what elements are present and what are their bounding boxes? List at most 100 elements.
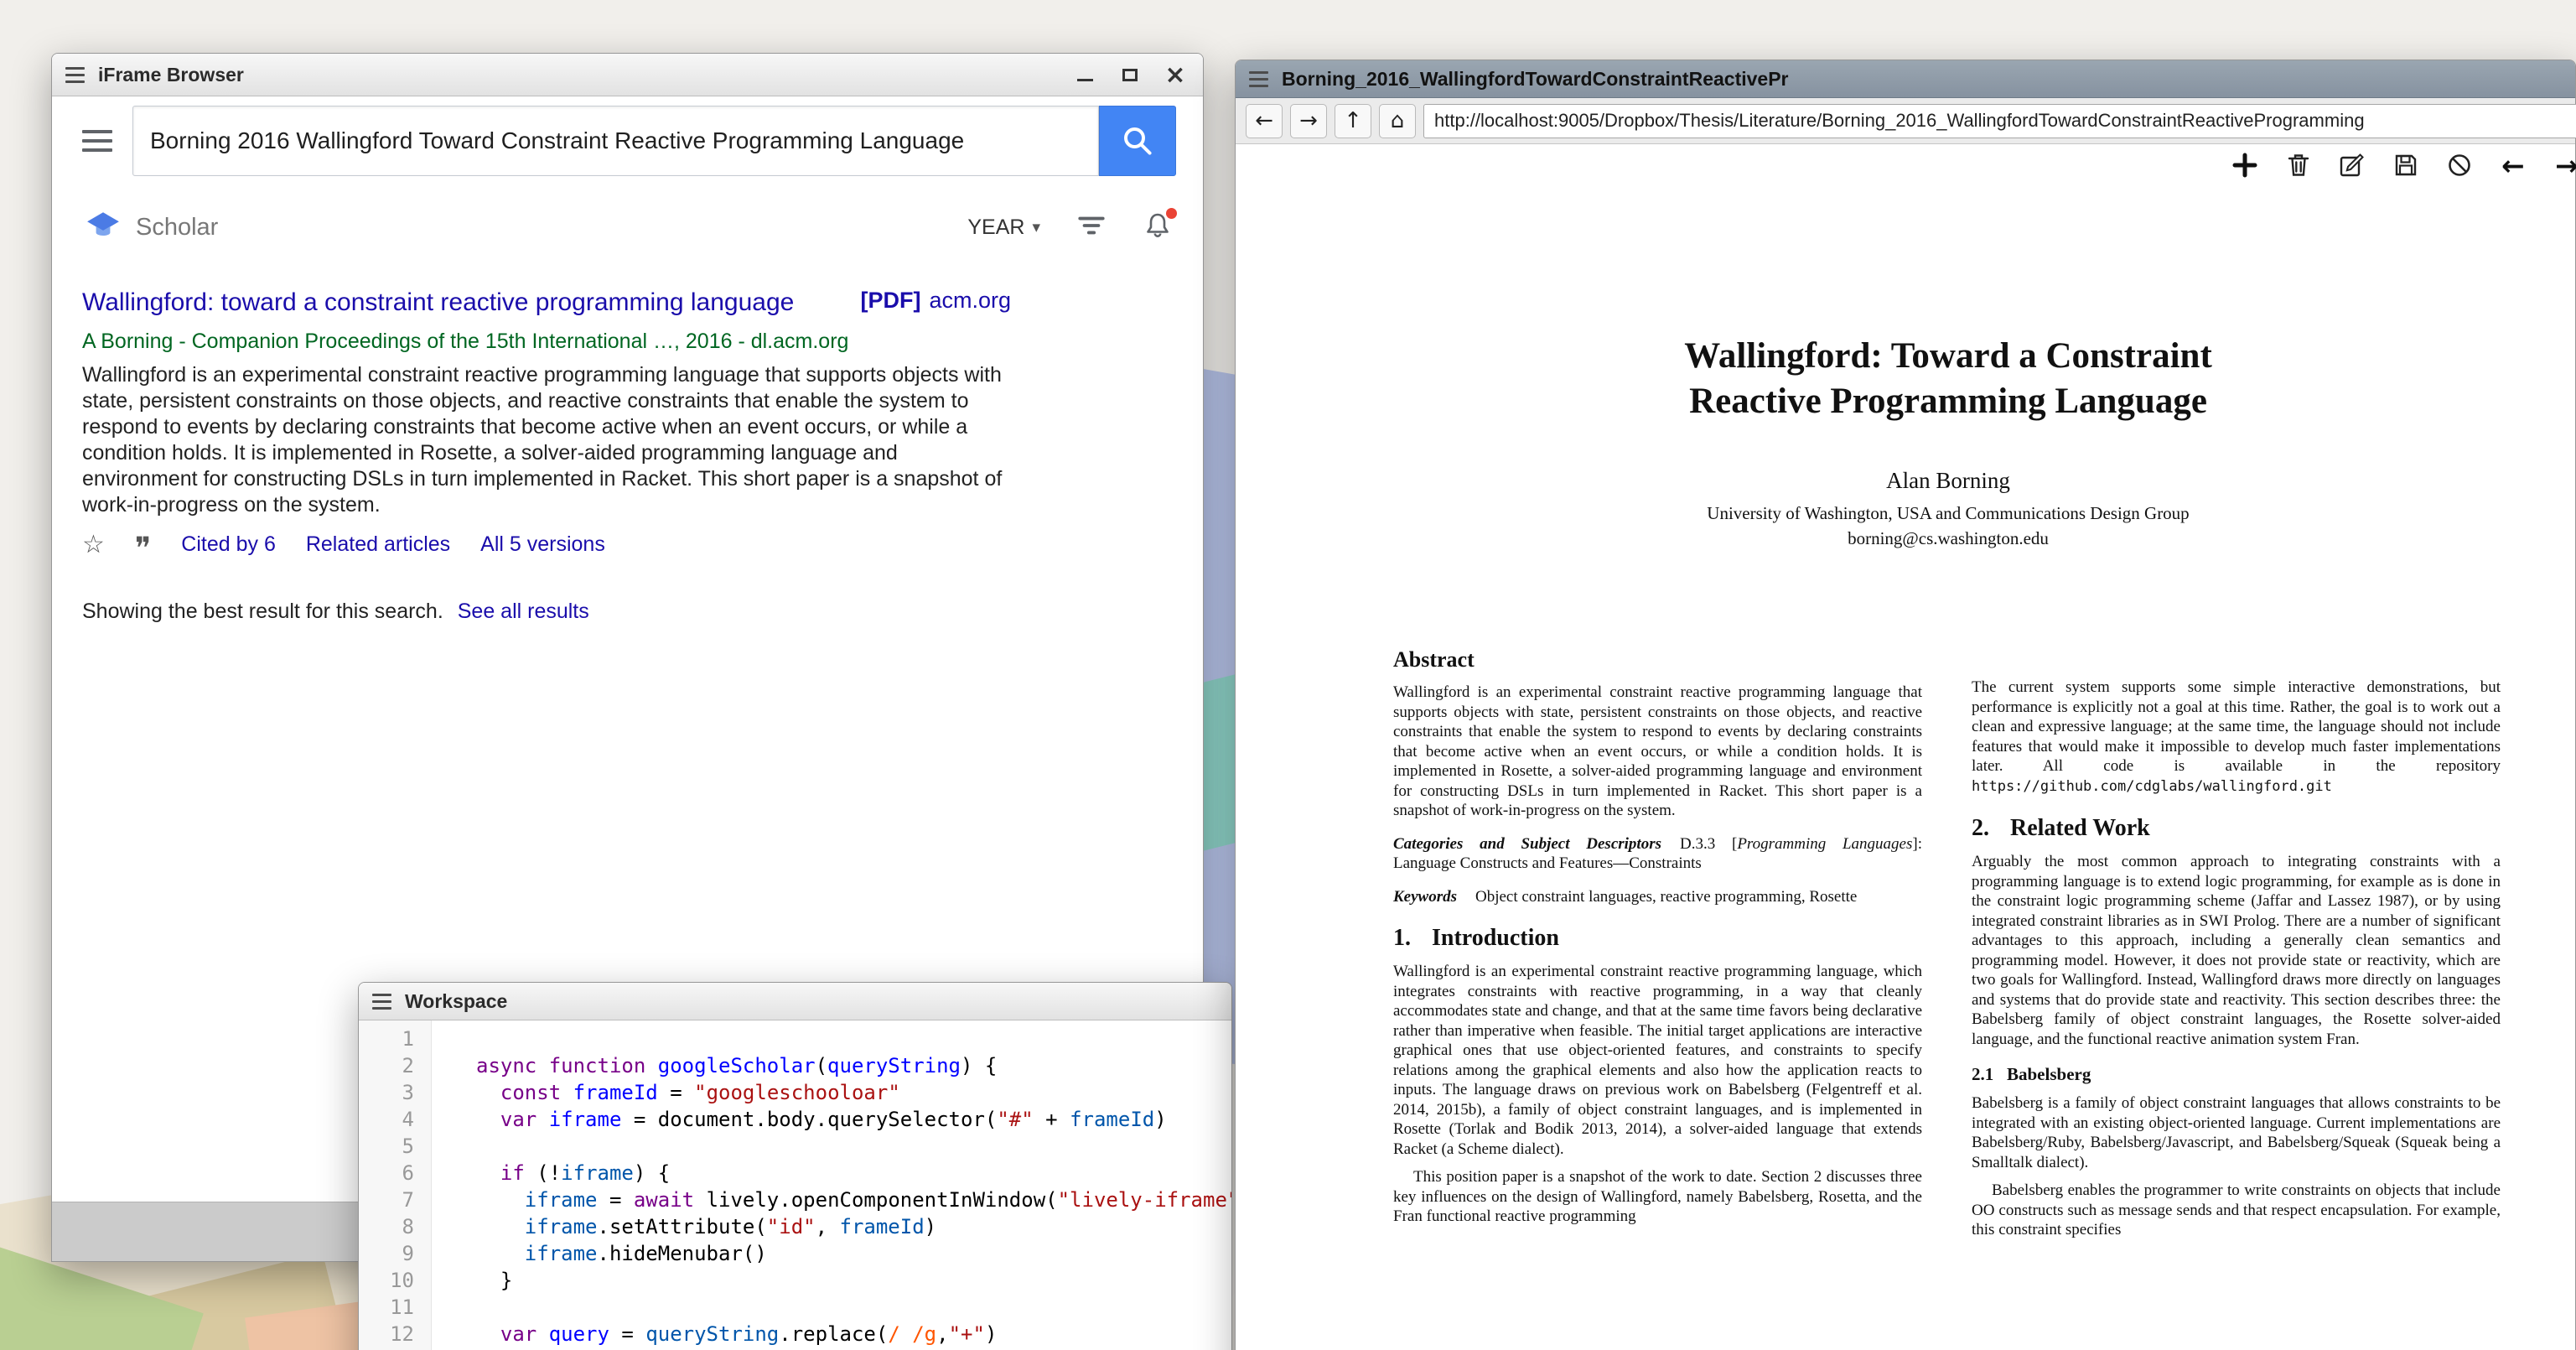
search-bar xyxy=(82,104,1176,178)
google-scholar-logo[interactable] xyxy=(86,208,121,247)
code-line[interactable]: 9 iframe.hideMenubar() xyxy=(359,1240,1231,1267)
paper-title: Wallingford: Toward a Constraint Reactiv… xyxy=(1386,334,2510,424)
home-button[interactable]: ⌂ xyxy=(1379,104,1416,138)
cite-quote-icon[interactable]: ❞ xyxy=(135,530,151,559)
pdf-viewer-window: Borning_2016_WallingfordTowardConstraint… xyxy=(1235,60,2576,1350)
pdf-badge: [PDF] xyxy=(860,288,920,313)
url-field[interactable] xyxy=(1423,104,2576,138)
section-2-1-heading: 2.1Babelsberg xyxy=(1972,1064,2501,1085)
paper-author: Alan Borning xyxy=(1386,468,2510,494)
intro-paragraph-1: Wallingford is an experimental constrain… xyxy=(1393,962,1922,1159)
code-line[interactable]: 8 iframe.setAttribute("id", frameId) xyxy=(359,1213,1231,1240)
code-line[interactable]: 4 var iframe = document.body.querySelect… xyxy=(359,1106,1231,1133)
scholar-brand[interactable]: Scholar xyxy=(136,214,218,241)
forward-button[interactable]: → xyxy=(1290,104,1327,138)
section-1-heading: 1.Introduction xyxy=(1393,925,1922,952)
paper-title-line2: Reactive Programming Language xyxy=(1386,379,2510,424)
pdf-edit-toolbar: ← → xyxy=(2229,149,2576,181)
section-2-heading: 2.Related Work xyxy=(1972,815,2501,842)
paper-affiliation: University of Washington, USA and Commun… xyxy=(1386,503,2510,524)
pdf-window-title: Borning_2016_WallingfordTowardConstraint… xyxy=(1282,68,1789,91)
keywords-label: Keywords xyxy=(1393,888,1457,906)
year-filter-dropdown[interactable]: YEAR ▾ xyxy=(967,215,1040,240)
cancel-button[interactable] xyxy=(2444,149,2475,181)
code-lines: 12async function googleScholar(queryStri… xyxy=(359,1025,1231,1347)
related-articles-link[interactable]: Related articles xyxy=(306,532,450,557)
minimize-button[interactable] xyxy=(1074,65,1096,85)
workspace-window: Workspace 12async function googleScholar… xyxy=(358,982,1232,1350)
paper-email: borning@cs.washington.edu xyxy=(1386,528,2510,549)
categories-italic: Programming Languages xyxy=(1737,835,1912,853)
window-menu-icon[interactable] xyxy=(372,994,391,1010)
workspace-titlebar[interactable]: Workspace xyxy=(359,983,1231,1020)
intro-paragraph-2: This position paper is a snapshot of the… xyxy=(1393,1167,1922,1227)
save-button[interactable] xyxy=(2390,149,2422,181)
abstract-text: Wallingford is an experimental constrain… xyxy=(1393,683,1922,821)
prev-page-button[interactable]: ← xyxy=(2497,149,2529,181)
browser-window-title: iFrame Browser xyxy=(98,64,244,86)
maximize-button[interactable] xyxy=(1119,65,1141,85)
notification-dot xyxy=(1166,208,1177,219)
back-button[interactable]: ← xyxy=(1246,104,1283,138)
search-button[interactable] xyxy=(1099,106,1176,176)
edit-button[interactable] xyxy=(2336,149,2368,181)
pdf-nav-toolbar: ← → ↑ ⌂ xyxy=(1236,98,2575,144)
delete-button[interactable] xyxy=(2283,149,2314,181)
window-buttons: × xyxy=(1074,65,1190,85)
code-line[interactable]: 11 xyxy=(359,1294,1231,1321)
pdf-link[interactable]: [PDF] acm.org xyxy=(860,286,1011,314)
result-snippet: Wallingford is an experimental constrain… xyxy=(82,362,1011,518)
scholar-controls: YEAR ▾ xyxy=(967,210,1173,246)
best-result-footer: Showing the best result for this search.… xyxy=(82,600,589,624)
code-line[interactable]: 1 xyxy=(359,1025,1231,1052)
desktop: iFrame Browser × xyxy=(0,0,2576,1350)
babelsberg-paragraph-2: Babelsberg enables the programmer to wri… xyxy=(1972,1181,2501,1240)
close-button[interactable]: × xyxy=(1164,65,1186,85)
code-line[interactable]: 2async function googleScholar(queryStrin… xyxy=(359,1052,1231,1079)
code-line[interactable]: 12 var query = queryString.replace(/ /g,… xyxy=(359,1321,1231,1347)
code-line[interactable]: 5 xyxy=(359,1133,1231,1160)
search-result: Wallingford: toward a constraint reactiv… xyxy=(82,286,1011,559)
code-line[interactable]: 6 if (!iframe) { xyxy=(359,1160,1231,1186)
related-work-paragraph: Arguably the most common approach to int… xyxy=(1972,852,2501,1049)
add-button[interactable] xyxy=(2229,149,2261,181)
best-result-text: Showing the best result for this search. xyxy=(82,600,443,623)
keywords-text: Object constraint languages, reactive pr… xyxy=(1475,888,1857,906)
paper-left-column: Abstract Wallingford is an experimental … xyxy=(1393,647,1922,1235)
paper-right-column: The current system supports some simple … xyxy=(1972,678,2501,1249)
keywords-paragraph: Keywords Object constraint languages, rea… xyxy=(1393,887,1922,907)
see-all-results-link[interactable]: See all results xyxy=(458,600,589,623)
abstract-heading: Abstract xyxy=(1393,647,1922,672)
search-icon xyxy=(1120,123,1155,158)
result-actions: ☆ ❞ Cited by 6 Related articles All 5 ve… xyxy=(82,530,1011,559)
categories-paragraph: Categories and Subject Descriptors D.3.3 … xyxy=(1393,834,1922,874)
pdf-window-titlebar[interactable]: Borning_2016_WallingfordTowardConstraint… xyxy=(1236,60,2575,98)
scholar-menu-icon[interactable] xyxy=(82,130,112,152)
search-input[interactable] xyxy=(132,106,1099,176)
result-byline: A Borning - Companion Proceedings of the… xyxy=(82,330,1011,354)
workspace-window-title: Workspace xyxy=(405,990,507,1013)
chevron-down-icon: ▾ xyxy=(1032,218,1040,236)
scholar-header: Scholar YEAR ▾ xyxy=(86,204,1173,251)
up-button[interactable]: ↑ xyxy=(1335,104,1371,138)
all-versions-link[interactable]: All 5 versions xyxy=(480,532,605,557)
code-editor[interactable]: 12async function googleScholar(queryStri… xyxy=(359,1020,1231,1350)
next-page-button[interactable]: → xyxy=(2551,149,2576,181)
result-title-link[interactable]: Wallingford: toward a constraint reactiv… xyxy=(82,288,794,316)
code-line[interactable]: 10 } xyxy=(359,1267,1231,1294)
save-star-icon[interactable]: ☆ xyxy=(82,532,105,558)
alerts-bell-icon[interactable] xyxy=(1143,210,1173,245)
cited-by-link[interactable]: Cited by 6 xyxy=(181,532,276,557)
categories-prefix: D.3.3 [ xyxy=(1680,835,1737,853)
window-menu-icon[interactable] xyxy=(1249,71,1268,87)
pdf-source: acm.org xyxy=(929,288,1011,313)
code-line[interactable]: 7 iframe = await lively.openComponentInW… xyxy=(359,1186,1231,1213)
code-line[interactable]: 3 const frameId = "googleschooloar" xyxy=(359,1079,1231,1106)
categories-label: Categories and Subject Descriptors xyxy=(1393,835,1661,853)
browser-window-titlebar[interactable]: iFrame Browser × xyxy=(52,54,1203,96)
babelsberg-paragraph-1: Babelsberg is a family of object constra… xyxy=(1972,1093,2501,1172)
result-title: Wallingford: toward a constraint reactiv… xyxy=(82,286,811,319)
window-menu-icon[interactable] xyxy=(65,67,85,83)
pdf-page: ← → Wallingford: Toward a Constraint Rea… xyxy=(1236,144,2575,1350)
filter-icon[interactable] xyxy=(1075,210,1107,246)
